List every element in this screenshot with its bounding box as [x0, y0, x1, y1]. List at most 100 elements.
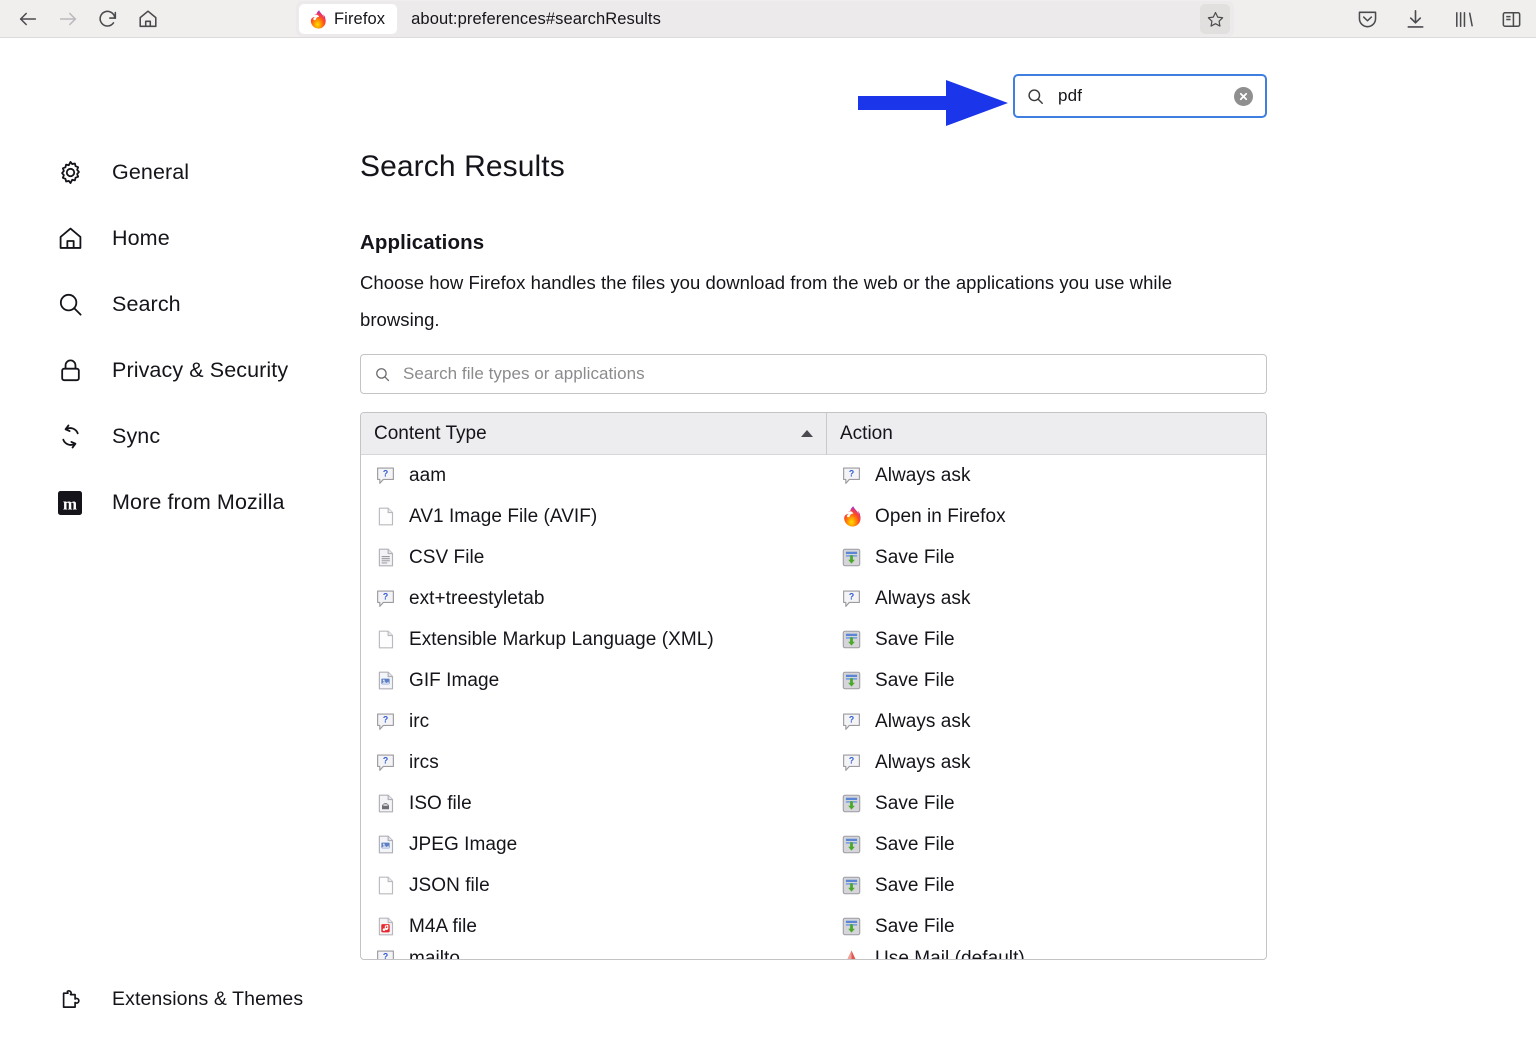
content-type-label: ircs — [409, 752, 439, 774]
sidebar-item-general[interactable]: General — [0, 150, 340, 195]
preferences-search-input[interactable]: pdf — [1058, 86, 1234, 106]
url-bar[interactable]: Firefox about:preferences#searchResults — [296, 1, 1234, 37]
page-chip-label: Firefox — [334, 10, 385, 29]
row-action[interactable]: Always ask — [827, 710, 1266, 733]
bookmark-button[interactable] — [1200, 4, 1230, 34]
row-action[interactable]: Save File — [827, 833, 1266, 856]
sidebar-item-home[interactable]: Home — [0, 216, 340, 261]
row-content-type[interactable]: aam — [361, 464, 827, 487]
file-type-filter-input[interactable]: Search file types or applications — [360, 354, 1267, 394]
lock-icon — [55, 356, 85, 386]
reload-button[interactable] — [88, 0, 128, 38]
action-label: Save File — [875, 547, 955, 569]
question-bubble-icon — [841, 711, 862, 732]
sidebar-item-extensions-themes[interactable]: Extensions & Themes — [0, 977, 340, 1022]
save-file-icon — [841, 834, 862, 855]
table-row[interactable]: ircs Always ask — [361, 742, 1266, 783]
triangle-up-icon — [801, 430, 813, 437]
table-row[interactable]: ircAlways ask — [361, 701, 1266, 742]
home-icon — [55, 224, 85, 254]
table-row[interactable]: M4A fileSave File — [361, 906, 1266, 947]
row-content-type[interactable]: ircs — [361, 751, 827, 774]
puzzle-piece-icon — [55, 985, 85, 1015]
row-content-type[interactable]: AV1 Image File (AVIF) — [361, 505, 827, 528]
column-header-content-type[interactable]: Content Type — [361, 413, 827, 455]
action-label: Use Mail (default) — [875, 948, 1025, 961]
handlers-table-body: aam Always ask AV1 Image File (AVIF)Open i… — [361, 455, 1266, 960]
row-content-type[interactable]: ext+treestyletab — [361, 587, 827, 610]
row-content-type[interactable]: ISO file — [361, 792, 827, 815]
row-content-type[interactable]: irc — [361, 710, 827, 733]
sidebar-item-privacy-security[interactable]: Privacy & Security — [0, 348, 340, 393]
home-button[interactable] — [128, 0, 168, 38]
save-file-icon — [840, 833, 863, 856]
content-type-label: ext+treestyletab — [409, 588, 544, 610]
row-action[interactable]: Save File — [827, 915, 1266, 938]
row-action[interactable]: Save File — [827, 669, 1266, 692]
row-content-type[interactable]: Extensible Markup Language (XML) — [361, 628, 827, 651]
table-row[interactable]: Extensible Markup Language (XML)Save Fil… — [361, 619, 1266, 660]
row-action[interactable]: Save File — [827, 792, 1266, 815]
row-content-type[interactable]: JPEG Image — [361, 833, 827, 856]
save-file-icon — [841, 793, 862, 814]
clear-search-button[interactable] — [1234, 87, 1253, 106]
action-label: Always ask — [875, 465, 971, 487]
search-icon — [374, 366, 391, 383]
row-content-type[interactable]: JSON file — [361, 874, 827, 897]
content-type-label: JSON file — [409, 875, 490, 897]
mail-app-icon — [840, 947, 863, 960]
sidebar-item-label: Extensions & Themes — [112, 988, 303, 1011]
arrow-left-icon — [17, 8, 39, 30]
library-button[interactable] — [1448, 4, 1478, 34]
search-icon — [1026, 87, 1045, 106]
table-row[interactable]: ext+treestyletab Always ask — [361, 578, 1266, 619]
table-row[interactable]: AV1 Image File (AVIF)Open in Firefox — [361, 496, 1266, 537]
table-row[interactable]: mailto Use Mail (default) — [361, 947, 1266, 960]
star-icon — [1206, 10, 1225, 29]
action-label: Save File — [875, 834, 955, 856]
row-action[interactable]: Always ask — [827, 587, 1266, 610]
url-text[interactable]: about:preferences#searchResults — [411, 10, 661, 29]
sidebar-item-sync[interactable]: Sync — [0, 414, 340, 459]
handlers-table[interactable]: Content Type Action aam Always ask AV1 Ima… — [360, 412, 1267, 960]
save-file-icon — [841, 670, 862, 691]
row-action[interactable]: Save File — [827, 874, 1266, 897]
table-row[interactable]: GIF ImageSave File — [361, 660, 1266, 701]
applications-heading: Applications — [360, 231, 1270, 255]
unknown-protocol-icon — [375, 588, 396, 609]
toolbar-right-actions — [1352, 0, 1526, 38]
sidebar-button[interactable] — [1496, 4, 1526, 34]
sidebar-item-search[interactable]: Search — [0, 282, 340, 327]
table-row[interactable]: CSV File Save File — [361, 537, 1266, 578]
unknown-protocol-icon — [374, 587, 397, 610]
row-content-type[interactable]: CSV File — [361, 546, 827, 569]
row-content-type[interactable]: mailto — [361, 947, 827, 960]
arrow-right-icon — [57, 8, 79, 30]
blank-document-icon — [375, 629, 396, 650]
table-row[interactable]: aam Always ask — [361, 455, 1266, 496]
row-action[interactable]: Save File — [827, 546, 1266, 569]
row-content-type[interactable]: M4A file — [361, 915, 827, 938]
downloads-button[interactable] — [1400, 4, 1430, 34]
row-action[interactable]: Always ask — [827, 751, 1266, 774]
unknown-protocol-icon — [374, 751, 397, 774]
question-bubble-icon — [841, 465, 862, 486]
row-action[interactable]: Use Mail (default) — [827, 947, 1266, 960]
column-header-action[interactable]: Action — [827, 423, 893, 445]
pocket-button[interactable] — [1352, 4, 1382, 34]
action-label: Always ask — [875, 588, 971, 610]
table-row[interactable]: JSON file Save File — [361, 865, 1266, 906]
firefox-logo-icon — [840, 505, 863, 528]
preferences-search-box[interactable]: pdf — [1013, 74, 1267, 118]
row-action[interactable]: Open in Firefox — [827, 505, 1266, 528]
table-row[interactable]: ISO fileSave File — [361, 783, 1266, 824]
sidebar-item-more-from-mozilla[interactable]: m More from Mozilla — [0, 480, 340, 525]
table-row[interactable]: JPEG Image Save File — [361, 824, 1266, 865]
row-action[interactable]: Save File — [827, 628, 1266, 651]
row-content-type[interactable]: GIF Image — [361, 669, 827, 692]
page-identity-chip[interactable]: Firefox — [299, 4, 397, 34]
forward-button[interactable] — [48, 0, 88, 38]
row-action[interactable]: Always ask — [827, 464, 1266, 487]
filter-placeholder-text: Search file types or applications — [403, 364, 645, 384]
back-button[interactable] — [8, 0, 48, 38]
